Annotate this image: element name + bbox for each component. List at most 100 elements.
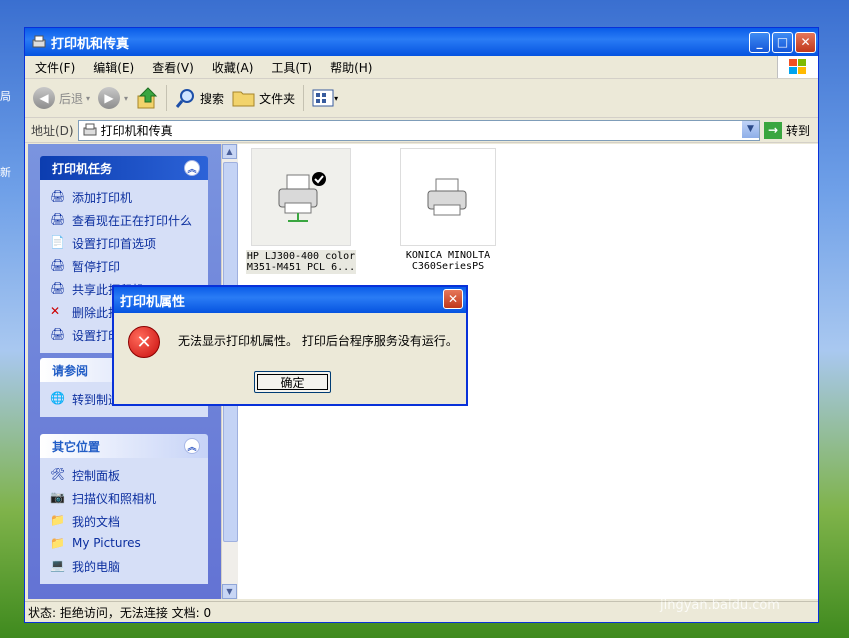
printer-icon [427, 178, 467, 216]
title-bar[interactable]: 打印机和传真 _ □ ✕ [25, 28, 818, 56]
printer-folder-icon [32, 35, 46, 48]
maximize-button[interactable]: □ [772, 31, 793, 53]
status-text: 状态: 拒绝访问，无法连接 文档: 0 [28, 605, 212, 620]
back-dropdown-icon[interactable]: ▾ [86, 94, 90, 103]
scroll-up-icon[interactable]: ▲ [222, 144, 237, 159]
link-my-pictures[interactable]: 📁 My Pictures [40, 533, 208, 555]
add-printer-icon: 🖨 [50, 189, 66, 203]
printer-name: KONICA MINOLTA C360SeriesPS [400, 250, 496, 272]
link-label: 我的文档 [72, 515, 121, 529]
task-printing-preferences[interactable]: 📄 设置打印首选项 [40, 232, 208, 255]
link-label: 控制面板 [72, 469, 121, 483]
folders-button[interactable]: 文件夹 [232, 88, 295, 108]
minimize-button[interactable]: _ [749, 31, 770, 53]
menu-edit[interactable]: 编辑(E) [93, 59, 134, 76]
address-bar: 地址(D) 打印机和传真 ▼ → 转到 [25, 118, 818, 143]
printer-name: HP LJ300-400 color M351-M451 PCL 6... [246, 250, 356, 274]
window-title: 打印机和传真 [51, 36, 130, 52]
up-folder-button[interactable] [136, 86, 158, 110]
computer-icon: 💻 [50, 558, 65, 572]
dialog-close-button[interactable]: ✕ [443, 289, 463, 309]
toolbar: ◀ 后退 ▾ ▶ ▾ 搜索 文件夹 ▾ [25, 79, 818, 118]
link-label: My Pictures [72, 536, 141, 550]
printer-item[interactable]: KONICA MINOLTA C360SeriesPS [400, 148, 496, 272]
forward-button[interactable]: ▶ ▾ [98, 87, 128, 109]
printer-tasks-title: 打印机任务 [52, 161, 113, 176]
printer-properties-dialog: 打印机属性 ✕ ✕ 无法显示打印机属性。 打印后台程序服务没有运行。 确定 [112, 285, 468, 406]
dialog-title-bar[interactable]: 打印机属性 ✕ [114, 287, 466, 313]
other-places-title: 其它位置 [52, 439, 101, 454]
menu-help[interactable]: 帮助(H) [330, 59, 372, 76]
search-button[interactable]: 搜索 [175, 87, 224, 109]
back-label: 后退 [59, 91, 84, 106]
task-label: 设置打印首选项 [72, 237, 157, 251]
collapse-chevron-icon[interactable]: ︽ [184, 438, 200, 454]
menu-view[interactable]: 查看(V) [152, 59, 194, 76]
dialog-title: 打印机属性 [120, 294, 186, 310]
pause-printer-icon: 🖨 [50, 258, 66, 272]
desktop-icon-label[interactable]: 新 [0, 164, 11, 180]
collapse-chevron-icon[interactable]: ︽ [184, 160, 200, 176]
other-places-header[interactable]: 其它位置 ︽ [40, 434, 208, 458]
close-button[interactable]: ✕ [795, 31, 816, 53]
scanner-icon: 📷 [50, 490, 65, 504]
search-label: 搜索 [200, 91, 225, 106]
other-places-panel: 其它位置 ︽ 🛠 控制面板 📷 扫描仪和照相机 📁 我的文档 📁 My Pictures… [40, 434, 208, 584]
back-arrow-icon: ◀ [33, 87, 55, 109]
printer-icon-wrapper [251, 148, 351, 246]
task-add-printer[interactable]: 🖨 添加打印机 [40, 186, 208, 209]
error-icon: ✕ [128, 326, 160, 358]
up-folder-icon [137, 87, 158, 109]
printer-item[interactable]: HP LJ300-400 color M351-M451 PCL 6... [246, 148, 356, 274]
pictures-folder-icon: 📁 [50, 536, 65, 550]
forward-arrow-icon: ▶ [98, 87, 121, 109]
printer-name-line2: C360SeriesPS [411, 261, 485, 272]
menu-bar: 文件(F) 编辑(E) 查看(V) 收藏(A) 工具(T) 帮助(H) [25, 56, 818, 79]
link-label: 我的电脑 [72, 560, 121, 574]
printer-tasks-header[interactable]: 打印机任务 ︽ [40, 156, 208, 180]
search-icon [175, 89, 195, 108]
globe-icon: 🌐 [50, 391, 65, 405]
link-my-computer[interactable]: 💻 我的电脑 [40, 555, 208, 578]
printer-name-line2: M351-M451 PCL 6... [246, 262, 356, 273]
printer-name-line1: HP LJ300-400 color [246, 251, 356, 262]
task-pause-printing[interactable]: 🖨 暂停打印 [40, 255, 208, 278]
desktop-icon-label[interactable]: 局 [0, 88, 11, 104]
address-label: 地址(D) [31, 123, 74, 138]
ok-button[interactable]: 确定 [254, 371, 331, 393]
views-icon [312, 89, 334, 107]
default-printer-icon [278, 172, 326, 222]
toolbar-separator [303, 85, 305, 111]
scroll-down-icon[interactable]: ▼ [222, 584, 237, 599]
back-button[interactable]: ◀ 后退 ▾ [33, 87, 90, 109]
address-input[interactable]: 打印机和传真 ▼ [77, 119, 760, 141]
menu-favorites[interactable]: 收藏(A) [212, 59, 254, 76]
link-scanners-cameras[interactable]: 📷 扫描仪和照相机 [40, 487, 208, 510]
menu-file[interactable]: 文件(F) [35, 59, 75, 76]
printer-name-line1: KONICA MINOLTA [405, 250, 491, 261]
preferences-icon: 📄 [50, 235, 65, 249]
control-panel-icon: 🛠 [50, 467, 66, 481]
address-value: 打印机和传真 [100, 123, 173, 138]
views-dropdown-icon: ▾ [334, 93, 339, 103]
link-my-documents[interactable]: 📁 我的文档 [40, 510, 208, 533]
task-label: 暂停打印 [72, 260, 121, 274]
print-queue-icon: 🖨 [50, 212, 66, 226]
go-arrow-icon: → [763, 121, 782, 139]
baidu-watermark-url: jingyan.baidu.com [660, 598, 780, 613]
link-label: 扫描仪和照相机 [72, 492, 157, 506]
toolbar-separator [166, 85, 168, 111]
link-control-panel[interactable]: 🛠 控制面板 [40, 464, 208, 487]
go-button[interactable]: → 转到 [763, 121, 810, 139]
printer-folder-icon [83, 123, 97, 136]
folders-label: 文件夹 [259, 91, 296, 106]
forward-dropdown-icon[interactable]: ▾ [124, 94, 128, 103]
task-view-printing[interactable]: 🖨 查看现在正在打印什么 [40, 209, 208, 232]
delete-icon: ✕ [50, 304, 61, 318]
address-dropdown-icon[interactable]: ▼ [741, 120, 759, 138]
see-also-title: 请参阅 [52, 363, 89, 378]
menu-tools[interactable]: 工具(T) [271, 59, 312, 76]
properties-icon: 🖨 [50, 327, 66, 341]
views-button[interactable]: ▾ [312, 89, 338, 107]
folder-icon: 📁 [50, 513, 65, 527]
